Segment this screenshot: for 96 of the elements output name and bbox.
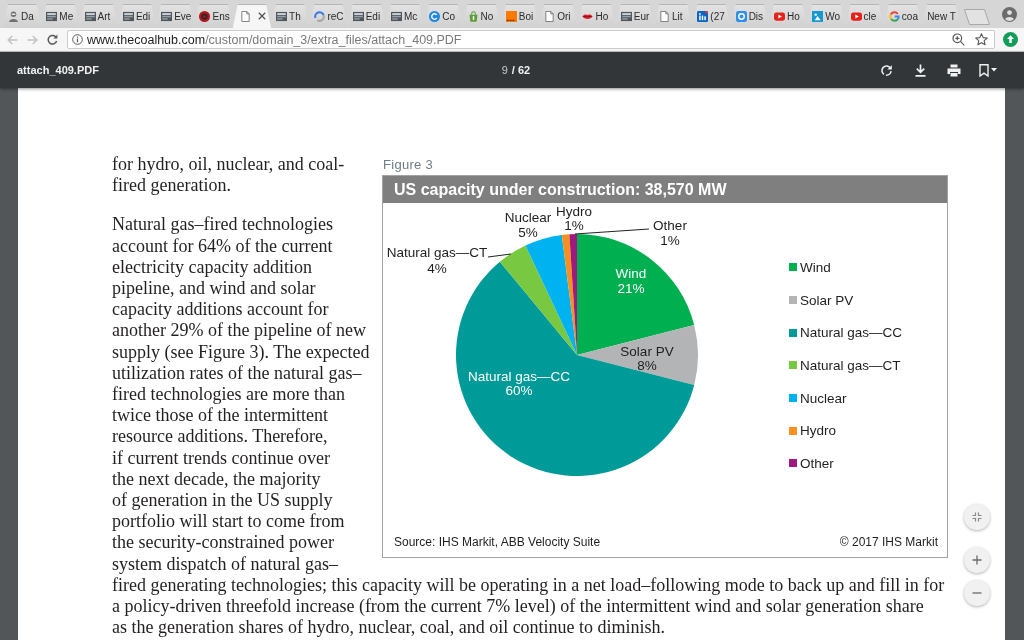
browser-tab[interactable]: No	[462, 4, 501, 28]
slice-label: Hydro	[556, 203, 592, 219]
source-note: Source: IHS Markit, ABB Velocity Suite	[394, 535, 601, 549]
browser-tab[interactable]: Edi	[347, 4, 386, 28]
address-field[interactable]: www.thecoalhub.com/custom/domain_3/extra_files/attach_409.PDF	[67, 30, 995, 49]
copyright-note: © 2017 IHS Markit	[839, 535, 938, 549]
browser-tab[interactable]: (27	[692, 4, 731, 28]
browser-tab[interactable]: Lit	[654, 4, 693, 28]
thumbnail-icon	[352, 10, 364, 22]
print-icon	[947, 63, 961, 77]
legend-label: Other	[800, 455, 834, 471]
figure-label: Figure 3	[383, 156, 434, 173]
slice-label: Nuclear	[504, 209, 552, 225]
thumbnail-icon	[84, 10, 96, 22]
legend-label: Nuclear	[800, 390, 847, 406]
legend-label: Natural gas—CC	[800, 325, 903, 341]
page-icon	[239, 10, 251, 22]
thumbnail-icon	[620, 10, 632, 22]
browser-tab[interactable]: Dis	[730, 4, 769, 28]
file-name: attach_409.PDF	[17, 64, 99, 76]
fit-icon	[972, 512, 982, 522]
play-icon	[773, 10, 785, 22]
browser-tab[interactable]: Eve	[156, 4, 195, 28]
browser-tab[interactable]: Ens	[194, 4, 233, 28]
browser-tab[interactable]: Da	[3, 4, 42, 28]
back-arrow-icon	[6, 34, 18, 45]
page-icon	[659, 10, 671, 22]
slice-value: 21%	[617, 280, 645, 296]
tile-logo-icon	[812, 10, 824, 22]
download-icon	[914, 63, 926, 77]
logo-tile-icon	[697, 10, 709, 22]
slice-label: Wind	[615, 265, 647, 281]
slice-label: Solar PV	[620, 343, 674, 359]
caret-icon	[991, 68, 997, 72]
slice-label: Other	[653, 217, 687, 233]
bag-icon	[467, 10, 479, 22]
minus-icon	[972, 592, 982, 594]
legend-label: Natural gas—CT	[800, 357, 901, 373]
forward-arrow-icon	[26, 34, 38, 45]
browser-tab[interactable]: Boi	[500, 4, 540, 28]
browser-tab[interactable]: Me	[41, 4, 80, 28]
info-icon	[72, 34, 83, 45]
thumbnail-icon	[46, 10, 58, 22]
thumbnail-icon	[390, 10, 402, 22]
legend-label: Hydro	[800, 423, 836, 439]
square-logo-icon	[505, 10, 517, 22]
browser-tab[interactable]: Wo	[807, 4, 846, 28]
body-text: for hydro, oil, nuclear, and coal- fired generation.	[112, 154, 346, 197]
zoom-icon[interactable]	[952, 33, 965, 46]
browser-tab[interactable]: reC	[309, 4, 348, 28]
page-icon	[544, 10, 556, 22]
legend-label: Wind	[800, 259, 831, 275]
browser-tab[interactable]: Ho	[577, 4, 616, 28]
slice-value: 4%	[427, 260, 447, 276]
browser-tab[interactable]: Co	[424, 4, 463, 28]
slice-value: 5%	[518, 224, 538, 240]
disc-logo-icon	[429, 10, 441, 22]
url-path-text: /custom/domain_3/extra_files/attach_409.PDF	[205, 32, 463, 47]
browser-tab[interactable]: Art	[79, 4, 118, 28]
slice-label: Natural gas—CT	[386, 244, 488, 260]
page-number-field[interactable]: 9	[493, 64, 508, 76]
browser-tab[interactable]: Th	[271, 4, 310, 28]
browser-tab[interactable]: Ho	[768, 4, 808, 28]
slice-value: 8%	[637, 357, 657, 373]
plus-icon	[972, 555, 982, 565]
ring-logo-icon	[888, 10, 900, 22]
legend-label: Solar PV	[800, 292, 854, 308]
round-logo-icon	[199, 10, 211, 22]
arc-logo-icon	[314, 10, 326, 22]
browser-tab[interactable]: cle	[845, 4, 884, 28]
play-icon	[850, 10, 862, 22]
browser-tab[interactable]: Ori	[539, 4, 578, 28]
slice-value: 1%	[660, 232, 680, 248]
profile-icon[interactable]	[1002, 6, 1017, 22]
body-text: fired generating technologies; this capacity will be operating in a net load–following mode to back up and fill in for a policy-driven threefold increase (from the current 7% level) of the intermittent wind and solar generation share as the generation shares of hydro, nuclear, coal, and oil continue to diminish.	[112, 574, 945, 639]
reload-icon	[46, 34, 58, 45]
rotate-icon	[879, 63, 893, 77]
browser-tab[interactable]: Eur	[615, 4, 655, 28]
page-count: / 62	[511, 64, 531, 76]
ring-tile-icon	[735, 10, 747, 22]
star-icon[interactable]	[975, 33, 988, 46]
chart-title: US capacity under construction: 38,570 MW	[383, 176, 947, 203]
slice-label: Natural gas—CC	[468, 368, 570, 384]
url-domain-text: www.thecoalhub.com	[87, 32, 206, 47]
browser-tab[interactable]: Mc	[385, 4, 425, 28]
bookmark-icon	[979, 63, 989, 77]
thumbnail-icon	[276, 10, 288, 22]
browser-tab[interactable]: New T	[922, 4, 961, 28]
browser-tab[interactable]: coa	[883, 4, 923, 28]
close-icon[interactable]	[257, 12, 266, 20]
thumbnail-icon	[161, 10, 173, 22]
person-icon	[8, 10, 19, 22]
browser-tab[interactable]	[232, 4, 272, 28]
browser-tab[interactable]: Edi	[117, 4, 157, 28]
thumbnail-icon	[122, 10, 134, 22]
leader-line	[487, 253, 512, 258]
